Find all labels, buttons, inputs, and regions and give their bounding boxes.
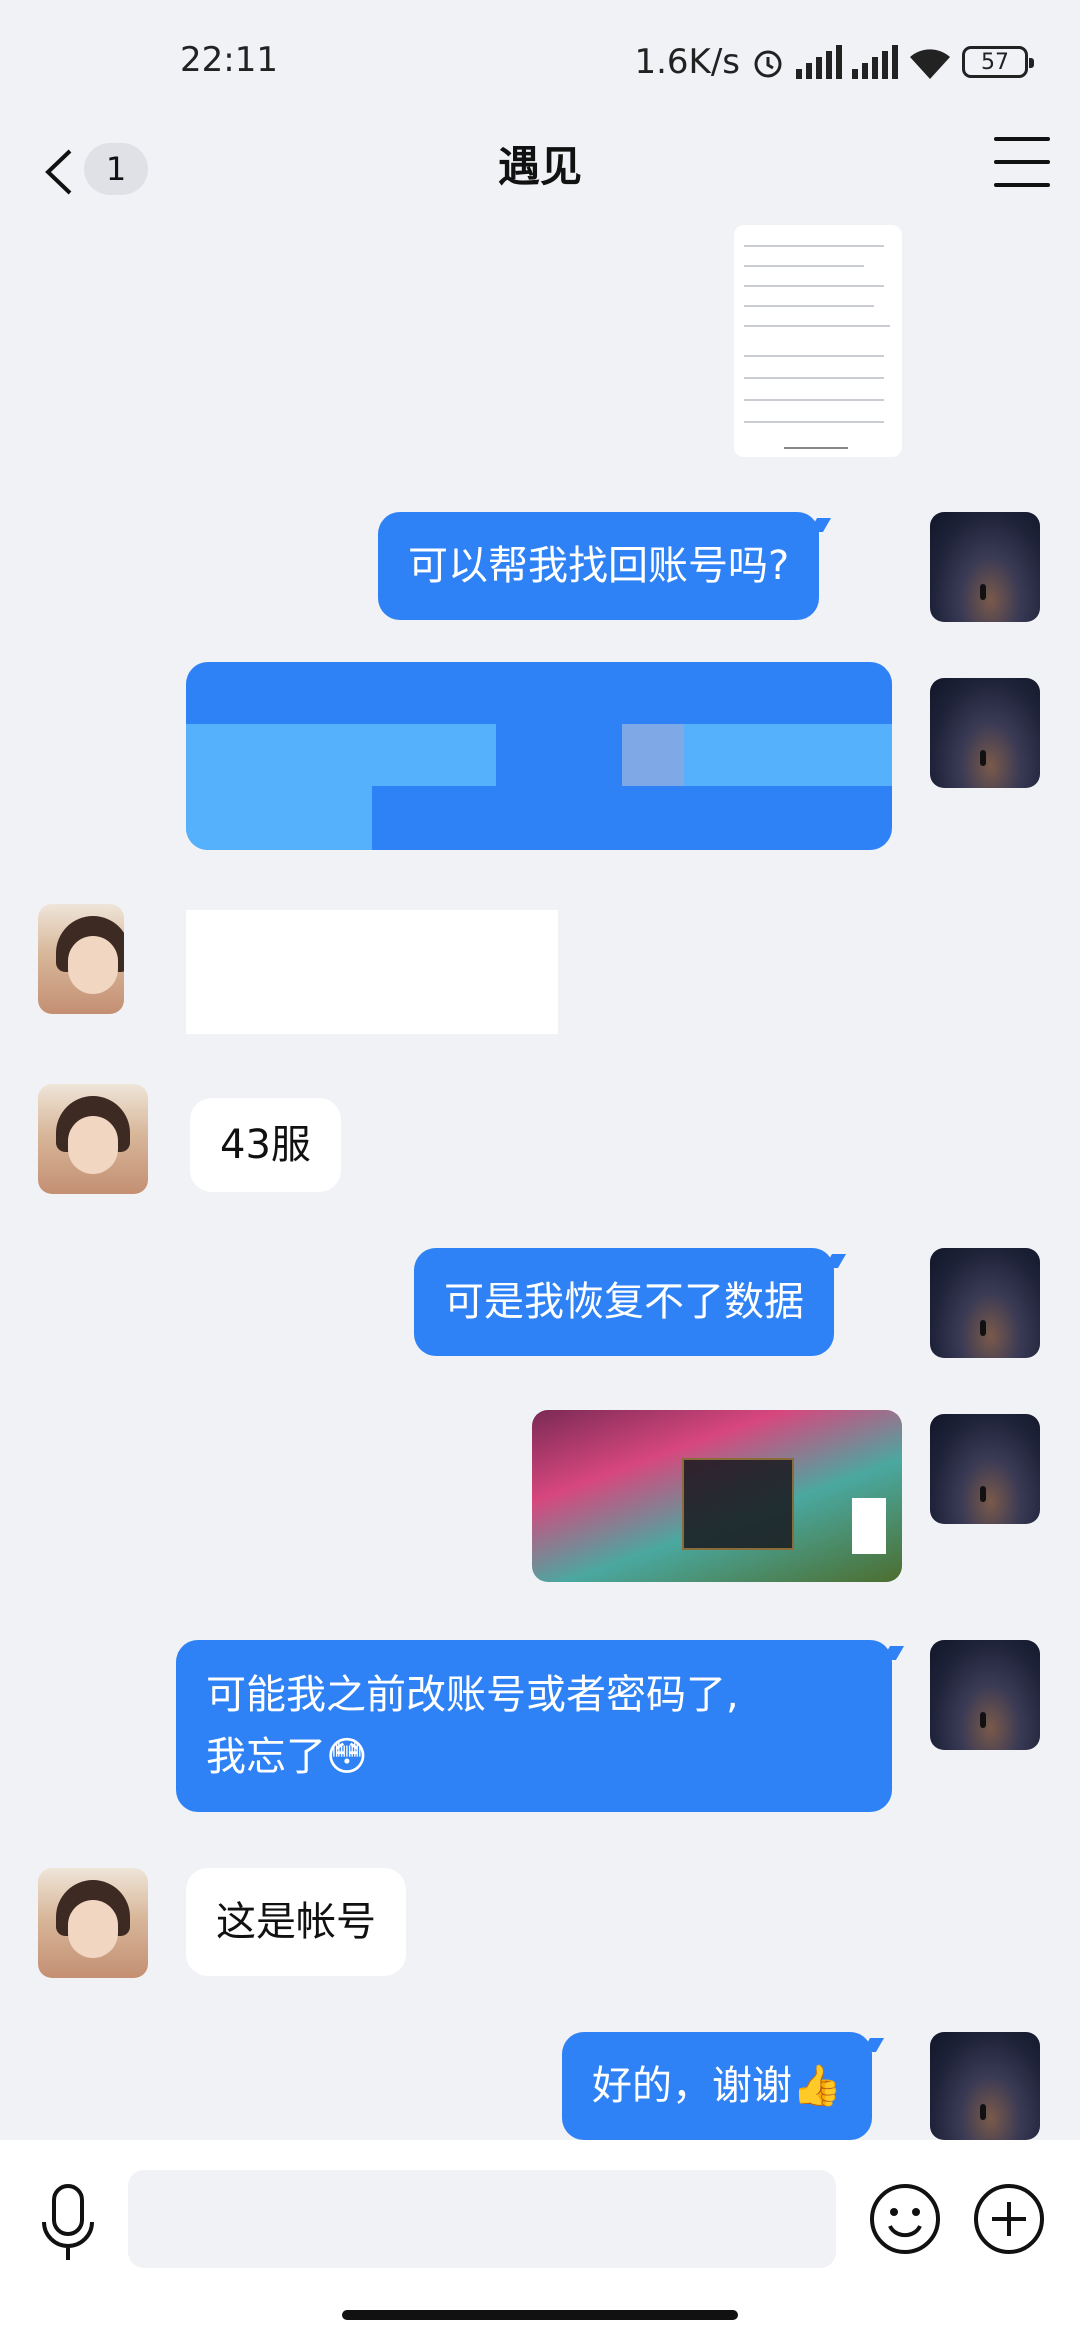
signal-icon [852, 45, 898, 79]
message-text: 可是我恢复不了数据 [444, 1279, 804, 1325]
my-avatar[interactable] [930, 512, 1040, 622]
status-time: 22:11 [180, 40, 278, 80]
redaction-block [186, 786, 372, 850]
plus-icon[interactable] [972, 2182, 1046, 2256]
message-text-line2: 我忘了😳 [206, 1726, 368, 1788]
image-message-screenshot[interactable] [734, 225, 902, 457]
my-message-bubble[interactable]: 好的，谢谢 👍 [562, 2032, 872, 2140]
microphone-icon[interactable] [40, 2182, 96, 2266]
my-message-bubble[interactable]: 可能我之前改账号或者密码了, 我忘了😳 [176, 1640, 892, 1812]
menu-icon[interactable] [994, 137, 1050, 187]
flushed-emoji-icon: 😳 [326, 1734, 368, 1780]
my-message-bubble-redacted[interactable] [186, 662, 892, 850]
redaction-block [622, 724, 684, 786]
my-avatar[interactable] [930, 1640, 1040, 1750]
my-avatar[interactable] [930, 1248, 1040, 1358]
my-message-bubble[interactable]: 可是我恢复不了数据 [414, 1248, 834, 1356]
battery-icon: 57 [962, 46, 1034, 78]
game-login-panel [682, 1458, 794, 1550]
redaction-block [684, 724, 892, 786]
message-text: 可以帮我找回账号吗? [408, 543, 790, 589]
message-input[interactable] [128, 2170, 836, 2268]
contact-avatar[interactable] [38, 1868, 148, 1978]
my-avatar[interactable] [930, 678, 1040, 788]
emoji-icon[interactable] [868, 2182, 942, 2256]
my-avatar[interactable] [930, 2032, 1040, 2140]
my-avatar[interactable] [930, 1414, 1040, 1524]
image-message-game-screenshot[interactable] [532, 1410, 902, 1582]
alarm-icon [754, 50, 782, 78]
contact-avatar[interactable] [38, 1084, 148, 1194]
message-text: 我忘了 [206, 1734, 326, 1780]
chat-title: 遇见 [497, 142, 582, 191]
home-indicator [342, 2310, 738, 2320]
battery-level: 57 [981, 49, 1009, 75]
message-text: 43服 [220, 1122, 311, 1168]
message-text: 可能我之前改账号或者密码了, [206, 1672, 739, 1718]
status-icons: 1.6K/s 57 [634, 40, 1034, 84]
their-message-bubble[interactable]: 这是帐号 [186, 1868, 406, 1976]
their-message-bubble-redacted[interactable] [186, 910, 558, 1034]
thumbs-up-emoji-icon: 👍 [792, 2063, 842, 2109]
redaction-block [186, 724, 496, 786]
message-text: 好的，谢谢 [592, 2063, 792, 2109]
my-message-bubble[interactable]: 可以帮我找回账号吗? [378, 512, 820, 620]
qr-code [852, 1498, 886, 1554]
their-message-bubble[interactable]: 43服 [190, 1098, 341, 1192]
chat-header: 1 遇见 [0, 125, 1080, 235]
message-text: 这是帐号 [216, 1899, 376, 1945]
status-bar: 22:11 1.6K/s 57 [0, 0, 1080, 125]
hd-signal-icon [796, 45, 842, 79]
network-speed: 1.6K/s [634, 42, 740, 82]
input-bar [0, 2140, 1080, 2340]
wifi-icon [910, 49, 950, 79]
contact-avatar[interactable] [38, 904, 124, 1014]
